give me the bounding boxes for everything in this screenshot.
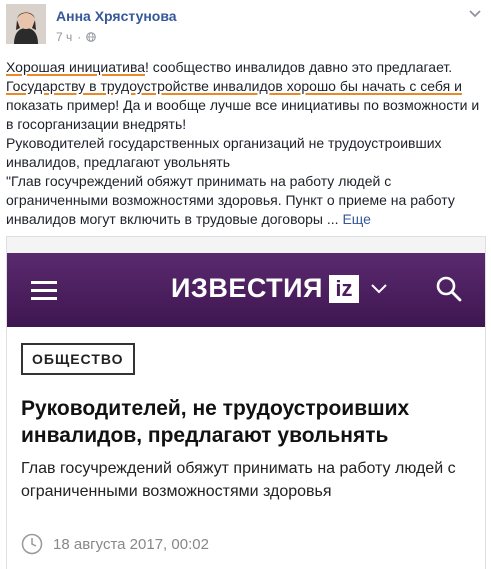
- article-date-text: 18 августа 2017, 00:02: [53, 535, 209, 553]
- post-time[interactable]: 7 ч: [56, 30, 72, 44]
- link-preview[interactable]: ИЗВЕСТИЯ iz ОБЩЕСТВО Руководителей, не т…: [6, 236, 486, 569]
- site-logo-text: ИЗВЕСТИЯ: [171, 273, 323, 303]
- author-name[interactable]: Анна Хрястунова: [56, 8, 177, 24]
- search-icon[interactable]: [435, 275, 463, 303]
- article-date: 18 августа 2017, 00:02: [21, 533, 209, 555]
- article-headline[interactable]: Руководителей, не трудоустроивших инвали…: [21, 395, 471, 449]
- post-paragraph: Хорошая инициатива! сообщество инвалидов…: [6, 59, 453, 75]
- avatar[interactable]: [6, 4, 46, 44]
- site-logo[interactable]: ИЗВЕСТИЯ iz: [171, 273, 387, 304]
- clock-icon: [21, 533, 43, 555]
- site-logo-badge: iz: [328, 274, 359, 303]
- chevron-down-icon: [371, 283, 387, 293]
- facebook-post: Анна Хрястунова 7 ч · Хорошая инициатива…: [0, 0, 491, 569]
- izvestia-header: ИЗВЕСТИЯ iz: [7, 253, 485, 327]
- article-lead: Глав госучреждений обяжут принимать на р…: [21, 460, 456, 500]
- see-more-link[interactable]: Еще: [342, 211, 371, 227]
- chevron-down-icon[interactable]: [469, 10, 481, 18]
- category-tag[interactable]: ОБЩЕСТВО: [21, 343, 135, 375]
- preview-top-strip: [7, 237, 485, 253]
- globe-icon: [86, 32, 97, 42]
- post-paragraph: "Глав госучреждений обяжут принимать на …: [6, 173, 455, 227]
- post-paragraph: Государству в трудоустройстве инвалидов …: [6, 78, 480, 132]
- menu-icon[interactable]: [31, 281, 57, 305]
- post-text: Хорошая инициатива! сообщество инвалидов…: [6, 58, 484, 229]
- highlighted-text: Государству в трудоустройстве инвалидов …: [6, 78, 462, 94]
- post-paragraph: Руководителей государственных организаци…: [6, 135, 442, 170]
- post-meta: 7 ч ·: [56, 30, 97, 44]
- highlighted-text: Хорошая инициатива: [6, 59, 146, 75]
